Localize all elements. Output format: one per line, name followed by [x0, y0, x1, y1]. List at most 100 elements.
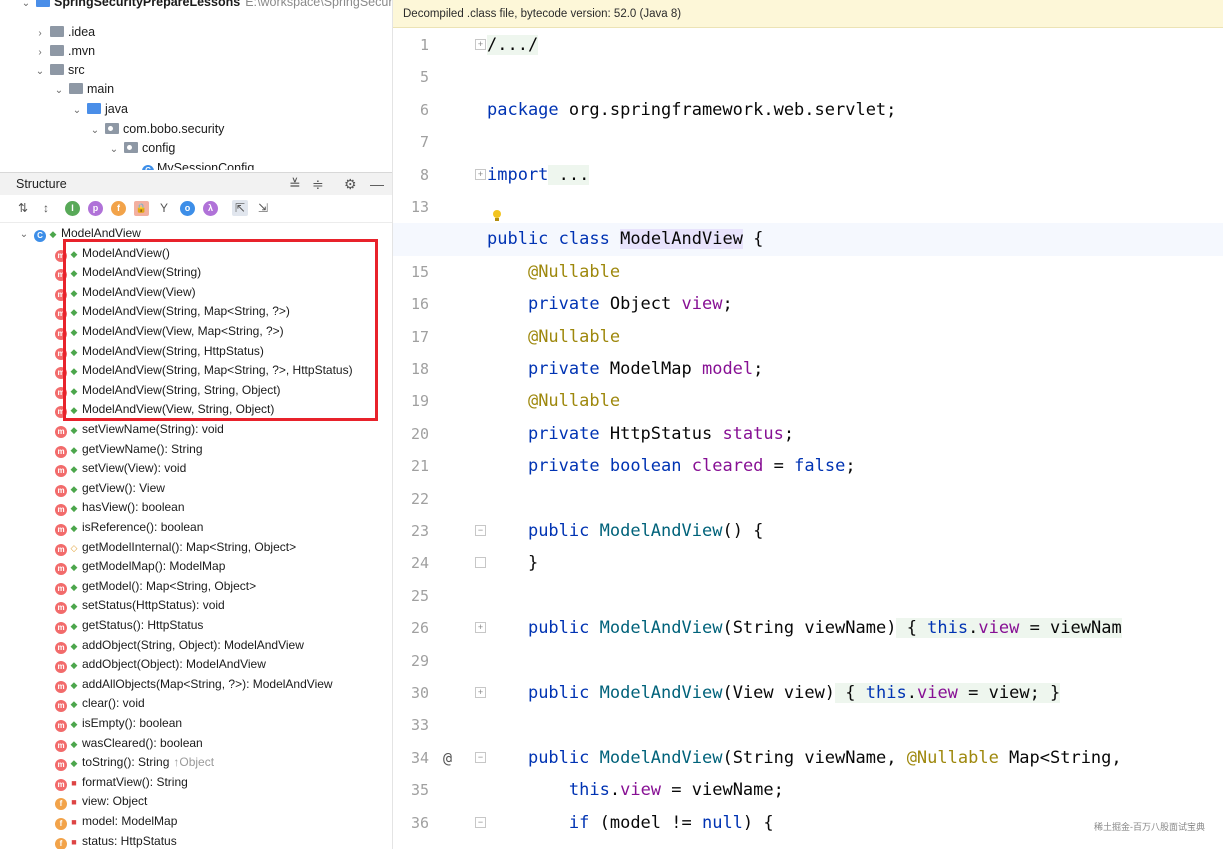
method-icon: m [55, 543, 67, 556]
fold-expand-icon[interactable]: + [475, 622, 486, 634]
public-icon: ◆ [70, 444, 78, 455]
tree-item-partial[interactable]: CMySessionConfig [142, 158, 254, 170]
structure-field-row[interactable]: f ■ view: Object [55, 792, 147, 812]
structure-method-row[interactable]: m ◆ setStatus(HttpStatus): void [55, 596, 225, 616]
method-icon: m [55, 582, 67, 595]
fold-expand-icon[interactable]: + [475, 39, 486, 50]
fold-collapse-icon[interactable]: − [475, 816, 486, 828]
field-icon: f [55, 798, 67, 811]
fold-expand-icon[interactable]: + [475, 168, 486, 180]
tree-item-label: com.bobo.security [123, 122, 225, 136]
structure-method-row[interactable]: m ■ formatView(): String [55, 773, 188, 793]
method-icon: m [55, 484, 67, 497]
structure-field-row[interactable]: f ■ model: ModelMap [55, 812, 177, 832]
tree-item-mvn[interactable]: › .mvn [34, 41, 95, 61]
structure-method-row[interactable]: m ◆ hasView(): boolean [55, 498, 185, 518]
structure-method-row[interactable]: m ◆ setView(View): void [55, 459, 186, 479]
chevron-down-icon[interactable]: ⌄ [18, 225, 30, 245]
folder-icon [50, 64, 64, 75]
tree-item-package[interactable]: ⌄ com.bobo.security [89, 119, 225, 141]
decompiled-banner: Decompiled .class file, bytecode version… [393, 0, 1223, 28]
fold-expand-icon[interactable]: + [475, 687, 486, 698]
structure-method-row[interactable]: m ◆ addObject(Object): ModelAndView [55, 655, 266, 675]
sort-visibility-icon[interactable]: ⇅ [15, 200, 31, 216]
show-lambda-icon[interactable]: λ [203, 201, 218, 216]
lightbulb-icon[interactable] [493, 210, 501, 221]
code-line: public ModelAndView(String viewName, @Nu… [527, 747, 1122, 768]
public-icon: ◆ [70, 621, 78, 631]
method-icon: m [55, 504, 67, 517]
structure-method-row[interactable]: m ◆ getViewName(): String [55, 440, 203, 460]
structure-method-row[interactable]: m ◆ clear(): void [55, 694, 145, 714]
line-number: 30 [410, 684, 429, 702]
code-line: /.../ [487, 29, 539, 61]
show-anonymous-icon[interactable]: o [180, 201, 195, 216]
code-line-current: public class ModelAndView { [393, 223, 1223, 256]
private-lock-icon: ■ [71, 817, 77, 827]
member-label: status: HttpStatus [82, 833, 177, 848]
chevron-down-icon[interactable]: ⌄ [34, 62, 46, 82]
structure-method-row[interactable]: m ◆ setViewName(String): void [55, 420, 224, 440]
collapse-all-icon[interactable]: ≑ [312, 173, 324, 195]
chevron-down-icon[interactable]: ⌄ [108, 140, 120, 160]
public-icon: ◆ [70, 699, 78, 710]
override-marker-icon[interactable]: @ [443, 742, 452, 774]
structure-method-row[interactable]: m ◆ getView(): View [55, 479, 165, 499]
line-number: 34 [410, 748, 429, 767]
project-root-row[interactable]: ⌄ SpringSecurityPrepareLessons E:\workspac… [20, 0, 392, 12]
tree-item-src[interactable]: ⌄ src [34, 60, 85, 80]
member-hint: ↑Object [173, 755, 215, 770]
show-lambdas-filter-icon[interactable]: Y [156, 200, 172, 216]
structure-method-row[interactable]: m ◆ wasCleared(): boolean [55, 734, 203, 754]
structure-method-row[interactable]: m ◆ isEmpty(): boolean [55, 714, 182, 734]
fold-collapse-icon[interactable]: − [475, 525, 486, 536]
chevron-down-icon[interactable]: ⌄ [71, 101, 83, 121]
sort-alpha-icon[interactable]: ↕ [38, 200, 54, 216]
structure-method-row[interactable]: m ◆ isReference(): boolean [55, 518, 203, 538]
chevron-down-icon[interactable]: ⌄ [89, 121, 101, 141]
public-icon: ◆ [70, 601, 78, 612]
structure-field-row[interactable]: f ■ status: HttpStatus [55, 832, 177, 849]
member-label: setStatus(HttpStatus): void [82, 598, 225, 613]
expand-all-icon[interactable]: ≚ [289, 173, 301, 195]
tree-item-config[interactable]: ⌄ config [108, 138, 176, 160]
show-inherited-icon[interactable]: I [65, 201, 80, 216]
class-icon: C [34, 230, 46, 242]
tree-item-label: MySessionConfig [157, 161, 255, 170]
public-icon: ◆ [70, 483, 78, 494]
chevron-down-icon[interactable]: ⌄ [53, 81, 65, 101]
folder-icon [50, 45, 64, 56]
structure-method-row[interactable]: m ◆ getModel(): Map<String, Object> [55, 577, 256, 597]
folded-header[interactable]: /.../ [487, 35, 539, 55]
show-fields-icon[interactable]: f [111, 201, 126, 216]
show-nonpublic-icon[interactable]: 🔒 [134, 201, 149, 216]
tree-item-java[interactable]: ⌄ java [71, 99, 128, 119]
gear-icon[interactable]: ⚙ [344, 173, 357, 195]
minimize-icon[interactable]: — [370, 173, 384, 195]
folded-imports[interactable]: ... [548, 164, 590, 185]
tree-item-idea[interactable]: › .idea [34, 22, 95, 42]
structure-method-row[interactable]: m ◆ addObject(String, Object): ModelAndVie… [55, 636, 304, 656]
autoscroll-from-source-icon[interactable]: ⇲ [255, 200, 271, 216]
structure-method-row[interactable]: m ◆ getModelMap(): ModelMap [55, 557, 225, 577]
structure-method-row[interactable]: m ◆ getStatus(): HttpStatus [55, 616, 203, 636]
structure-method-row[interactable]: m ◇ getModelInternal(): Map<String, Object… [55, 538, 296, 558]
member-label: isReference(): boolean [82, 520, 204, 534]
public-icon: ◆ [70, 738, 78, 749]
method-icon: m [55, 445, 67, 458]
method-icon: m [55, 602, 67, 615]
line-number: 17 [410, 327, 429, 346]
tree-item-main[interactable]: ⌄ main [53, 79, 114, 99]
structure-method-row[interactable]: m ◆ toString(): String ↑Object [55, 753, 214, 773]
member-label: model: ModelMap [82, 814, 178, 828]
fold-collapse-icon[interactable]: − [475, 751, 486, 763]
project-tree: ⌄ SpringSecurityPrepareLessons E:\workspac… [0, 0, 392, 170]
fold-collapse-icon[interactable] [475, 557, 486, 569]
autoscroll-to-source-icon[interactable]: ⇱ [232, 200, 248, 216]
public-icon: ◆ [70, 679, 78, 690]
method-icon: m [55, 426, 67, 438]
structure-method-row[interactable]: m ◆ addAllObjects(Map<String, ?>): ModelAn… [55, 675, 333, 695]
show-properties-icon[interactable]: p [88, 201, 103, 216]
code-editor[interactable]: Decompiled .class file, bytecode version… [393, 0, 1223, 849]
chevron-down-icon[interactable]: ⌄ [20, 0, 32, 14]
